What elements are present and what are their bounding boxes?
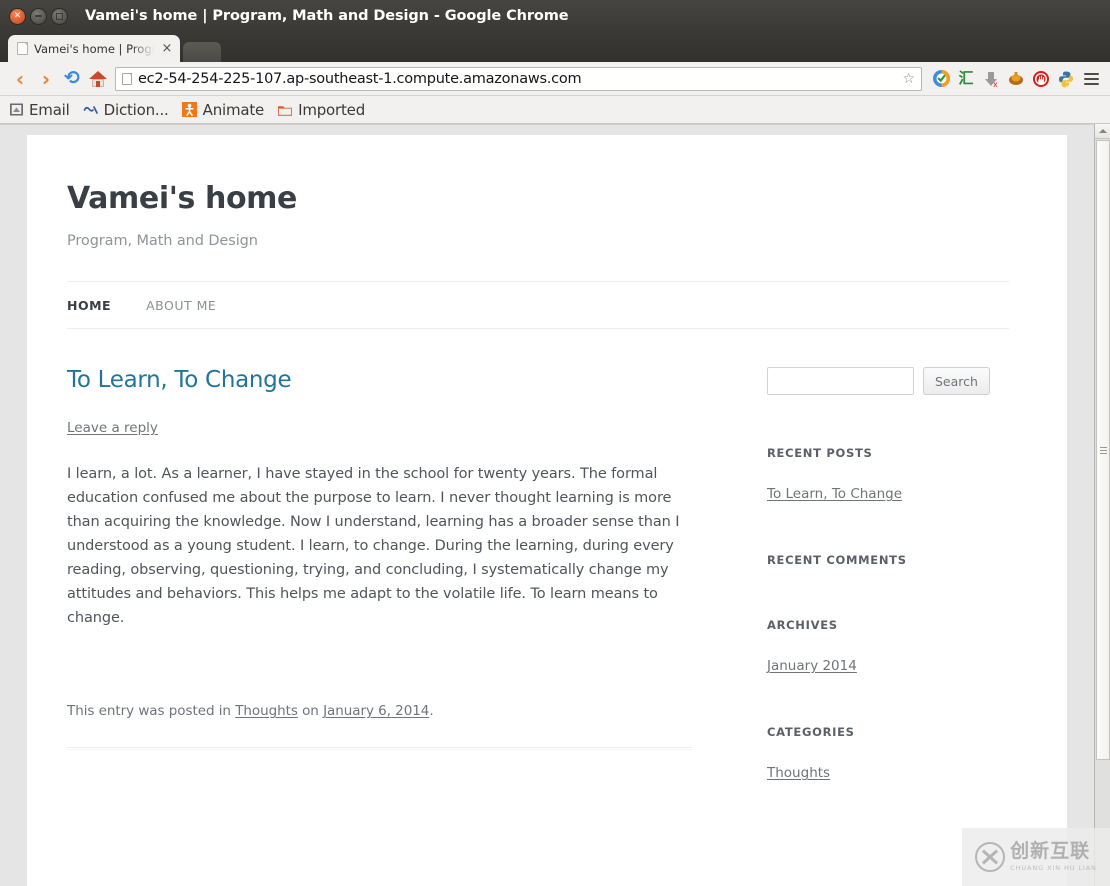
page-favicon-icon bbox=[17, 42, 28, 55]
bookmark-email[interactable]: Email bbox=[8, 101, 70, 119]
folder-icon bbox=[277, 102, 293, 118]
post-category-link[interactable]: Thoughts bbox=[235, 703, 298, 719]
close-icon: ✕ bbox=[13, 10, 22, 21]
archive-link[interactable]: January 2014 bbox=[767, 658, 857, 674]
download-icon[interactable]: x bbox=[979, 67, 1003, 91]
post-title-link[interactable]: To Learn, To Change bbox=[67, 367, 695, 393]
tab-close-icon[interactable]: × bbox=[160, 42, 174, 55]
web-page: Vamei's home Program, Math and Design HO… bbox=[0, 124, 1094, 886]
nav-item-home[interactable]: HOME bbox=[67, 298, 111, 313]
widget-title: CATEGORIES bbox=[767, 725, 855, 739]
back-button[interactable]: ‹ bbox=[7, 66, 33, 92]
address-bar[interactable]: ec2-54-254-225-107.ap-southeast-1.comput… bbox=[115, 66, 922, 91]
post-divider bbox=[67, 747, 692, 750]
maximize-icon bbox=[56, 12, 63, 20]
window-minimize-button[interactable] bbox=[30, 7, 47, 25]
bookmark-animate[interactable]: Animate bbox=[182, 101, 264, 119]
site-description: Program, Math and Design bbox=[67, 233, 258, 249]
post-meta-suffix: . bbox=[429, 703, 434, 719]
search-input[interactable] bbox=[767, 367, 914, 395]
bookmark-label: Animate bbox=[202, 100, 265, 119]
sidebar: Search RECENT POSTS To Learn, To Change … bbox=[767, 367, 1019, 781]
post-date-link[interactable]: January 6, 2014 bbox=[323, 703, 429, 719]
window-close-button[interactable]: ✕ bbox=[9, 7, 26, 25]
recent-post-link[interactable]: To Learn, To Change bbox=[767, 486, 902, 502]
minimize-icon bbox=[35, 15, 42, 17]
bookmark-star-icon[interactable]: ☆ bbox=[902, 71, 915, 87]
bookmark-imported[interactable]: Imported bbox=[277, 101, 365, 119]
dictionary-icon bbox=[83, 102, 99, 118]
window-titlebar: ✕ Vamei's home | Program, Math and Desig… bbox=[0, 0, 1110, 32]
post-meta-prefix: This entry was posted in bbox=[67, 703, 236, 719]
hui-dictionary-icon[interactable]: 汇 bbox=[954, 67, 978, 91]
animate-icon bbox=[182, 102, 198, 118]
watermark-text: 创新互联 CHUANG XIN HU LIAN bbox=[1010, 840, 1097, 872]
watermark-logo-icon bbox=[975, 842, 1006, 872]
wot-shield-icon[interactable] bbox=[929, 67, 953, 91]
content-row: To Learn, To Change Leave a reply I lear… bbox=[67, 367, 1009, 781]
widget-recent-comments: RECENT COMMENTS bbox=[767, 553, 1019, 567]
mail-icon bbox=[8, 102, 24, 118]
hamburger-menu-icon bbox=[1083, 72, 1099, 85]
scrollbar-up-button[interactable] bbox=[1095, 124, 1110, 139]
site-favicon-icon bbox=[122, 72, 132, 85]
window-title: Vamei's home | Program, Math and Design … bbox=[85, 8, 569, 24]
reload-button[interactable]: ⟳ bbox=[59, 66, 85, 92]
bookmark-label: Email bbox=[29, 100, 70, 119]
adblock-icon[interactable] bbox=[1029, 67, 1053, 91]
widget-title: RECENT COMMENTS bbox=[767, 553, 907, 567]
tab-strip: Vamei's home | Program, × bbox=[0, 32, 1110, 62]
browser-viewport: Vamei's home Program, Math and Design HO… bbox=[0, 124, 1110, 886]
category-link[interactable]: Thoughts bbox=[767, 765, 830, 781]
new-tab-button[interactable] bbox=[183, 42, 221, 62]
watermark-pinyin: CHUANG XIN HU LIAN bbox=[1010, 863, 1097, 872]
widget-title: RECENT POSTS bbox=[767, 446, 873, 460]
main-column: To Learn, To Change Leave a reply I lear… bbox=[67, 367, 695, 781]
site-card: Vamei's home Program, Math and Design HO… bbox=[27, 135, 1067, 886]
chrome-menu-button[interactable] bbox=[1079, 67, 1103, 91]
evernote-icon[interactable] bbox=[1004, 67, 1028, 91]
scrollbar-thumb[interactable] bbox=[1096, 140, 1110, 760]
home-icon bbox=[89, 70, 107, 87]
post-meta: This entry was posted in Thoughts on Jan… bbox=[67, 703, 695, 719]
widget-archives: ARCHIVES January 2014 bbox=[767, 618, 1019, 674]
home-button[interactable] bbox=[85, 66, 111, 92]
bookmark-label: Diction... bbox=[103, 100, 169, 119]
bookmark-label: Imported bbox=[298, 100, 366, 119]
widget-title: ARCHIVES bbox=[767, 618, 838, 632]
hui-glyph: 汇 bbox=[958, 69, 974, 87]
site-nav: HOME ABOUT ME bbox=[67, 281, 1009, 329]
page-scrollbar[interactable] bbox=[1094, 124, 1110, 886]
window-controls: ✕ bbox=[0, 7, 68, 25]
leave-a-reply-link[interactable]: Leave a reply bbox=[67, 420, 158, 436]
nav-item-about-me[interactable]: ABOUT ME bbox=[146, 298, 216, 313]
post-meta-mid: on bbox=[297, 703, 324, 719]
bookmarks-bar: Email Diction... Animate Imported bbox=[0, 96, 1110, 124]
browser-toolbar: ‹ › ⟳ ec2-54-254-225-107.ap-southeast-1.… bbox=[0, 62, 1110, 96]
svg-text:x: x bbox=[993, 80, 998, 88]
widget-recent-posts: RECENT POSTS To Learn, To Change bbox=[767, 446, 1019, 502]
search-button[interactable]: Search bbox=[923, 367, 990, 395]
bookmark-dictionary[interactable]: Diction... bbox=[83, 101, 169, 119]
forward-button[interactable]: › bbox=[33, 66, 59, 92]
watermark-chinese: 创新互联 bbox=[1010, 840, 1091, 863]
chevron-right-icon: › bbox=[41, 66, 51, 91]
search-form: Search bbox=[767, 367, 1019, 395]
watermark: 创新互联 CHUANG XIN HU LIAN bbox=[962, 828, 1110, 886]
widget-categories: CATEGORIES Thoughts bbox=[767, 725, 1019, 781]
python-icon[interactable] bbox=[1054, 67, 1078, 91]
site-title: Vamei's home bbox=[67, 181, 297, 216]
chevron-up-icon bbox=[1098, 129, 1107, 133]
window-maximize-button[interactable] bbox=[51, 7, 68, 25]
tab-title: Vamei's home | Program, bbox=[34, 41, 158, 56]
chevron-left-icon: ‹ bbox=[15, 66, 25, 91]
post-body-text: I learn, a lot. As a learner, I have sta… bbox=[67, 466, 680, 626]
browser-tab[interactable]: Vamei's home | Program, × bbox=[8, 35, 180, 62]
url-text: ec2-54-254-225-107.ap-southeast-1.comput… bbox=[138, 70, 582, 87]
reload-icon: ⟳ bbox=[64, 67, 80, 89]
scrollbar-grip-icon bbox=[1099, 446, 1107, 454]
